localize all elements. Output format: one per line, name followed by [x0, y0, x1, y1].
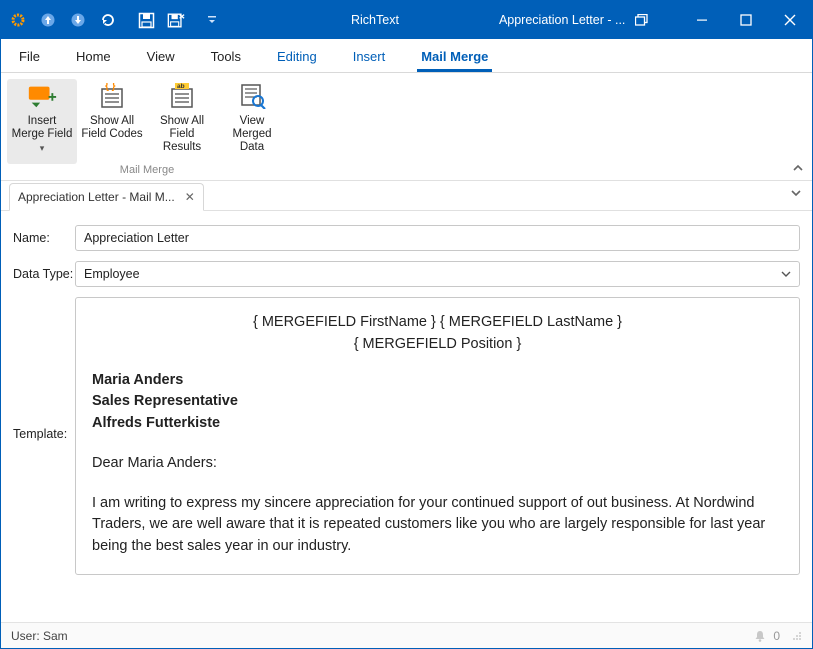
document-tab[interactable]: Appreciation Letter - Mail M... ✕ [9, 183, 204, 211]
name-input[interactable] [75, 225, 800, 251]
recipient-position: Sales Representative [92, 391, 783, 413]
tab-home[interactable]: Home [72, 49, 115, 72]
svg-text:{ }: { } [105, 83, 116, 92]
show-all-field-codes-button[interactable]: { } Show All Field Codes [77, 79, 147, 164]
maximize-button[interactable] [724, 1, 768, 39]
tab-insert[interactable]: Insert [349, 49, 390, 72]
document-tab-bar: Appreciation Letter - Mail M... ✕ [1, 181, 812, 211]
ribbon-group-label: Mail Merge [120, 164, 174, 180]
notification-count: 0 [773, 629, 780, 643]
tab-overflow-button[interactable] [790, 187, 802, 199]
template-editor[interactable]: { MERGEFIELD FirstName } { MERGEFIELD La… [75, 297, 800, 575]
svg-text:ab: ab [177, 83, 185, 90]
salutation: Dear Maria Anders: [92, 453, 783, 475]
name-label: Name: [13, 225, 75, 245]
recipient-company: Alfreds Futterkiste [92, 413, 783, 435]
collapse-ribbon-button[interactable] [792, 162, 804, 174]
restore-window-small-icon[interactable] [635, 14, 649, 26]
document-tab-label: Appreciation Letter - Mail M... [18, 190, 175, 204]
dropdown-chevron-icon: ▾ [40, 142, 45, 155]
save-close-icon[interactable] [167, 11, 185, 29]
window-doc-title: Appreciation Letter - ... [499, 13, 625, 27]
tab-file[interactable]: File [15, 49, 44, 72]
datatype-select[interactable]: Employee [75, 261, 800, 287]
recipient-name: Maria Anders [92, 370, 783, 392]
ribbon-tabs: File Home View Tools Editing Insert Mail… [1, 39, 812, 73]
save-icon[interactable] [137, 11, 155, 29]
insert-merge-field-label: Insert Merge Field [12, 115, 73, 141]
chevron-down-icon [781, 269, 791, 279]
template-label: Template: [13, 297, 75, 441]
view-merged-data-label: View Merged Data [219, 115, 285, 154]
show-all-field-codes-label: Show All Field Codes [81, 115, 142, 141]
ribbon-panel: Insert Merge Field ▾ { } Show All Field … [1, 73, 812, 181]
bell-icon[interactable] [753, 629, 767, 643]
insert-merge-field-button[interactable]: Insert Merge Field ▾ [7, 79, 77, 164]
show-all-field-results-label: Show All Field Results [149, 115, 215, 154]
body-paragraph: I am writing to express my sincere appre… [92, 493, 783, 558]
app-title: RichText [351, 13, 399, 27]
close-button[interactable] [768, 1, 812, 39]
status-bar: User: Sam 0 [1, 622, 812, 648]
qat-dropdown-icon[interactable] [203, 11, 221, 29]
minimize-button[interactable] [680, 1, 724, 39]
gear-icon[interactable] [9, 11, 27, 29]
tab-view[interactable]: View [143, 49, 179, 72]
window-controls [680, 1, 812, 39]
insert-merge-field-icon [26, 83, 58, 109]
close-tab-icon[interactable]: ✕ [185, 190, 195, 204]
view-merged-data-icon [236, 83, 268, 109]
merge-field-line-2: { MERGEFIELD Position } [92, 334, 783, 356]
form-area: Name: Data Type: Employee Template: { ME… [1, 211, 812, 597]
resize-grip-icon[interactable] [792, 631, 802, 641]
datatype-value: Employee [84, 267, 140, 281]
merge-field-line-1: { MERGEFIELD FirstName } { MERGEFIELD La… [92, 312, 783, 334]
arrow-down-circle-icon[interactable] [69, 11, 87, 29]
datatype-label: Data Type: [13, 261, 75, 281]
title-bar: RichText Appreciation Letter - ... [1, 1, 812, 39]
tab-editing[interactable]: Editing [273, 49, 321, 72]
quick-access-toolbar [1, 1, 221, 39]
field-codes-icon: { } [96, 83, 128, 109]
view-merged-data-button[interactable]: View Merged Data [217, 79, 287, 164]
show-all-field-results-button[interactable]: ab Show All Field Results [147, 79, 217, 164]
status-user: User: Sam [11, 629, 68, 643]
tab-mail-merge[interactable]: Mail Merge [417, 49, 492, 72]
arrow-up-circle-icon[interactable] [39, 11, 57, 29]
tab-tools[interactable]: Tools [207, 49, 245, 72]
field-results-icon: ab [166, 83, 198, 109]
ribbon-group-mail-merge: Insert Merge Field ▾ { } Show All Field … [1, 73, 293, 180]
refresh-icon[interactable] [99, 11, 117, 29]
